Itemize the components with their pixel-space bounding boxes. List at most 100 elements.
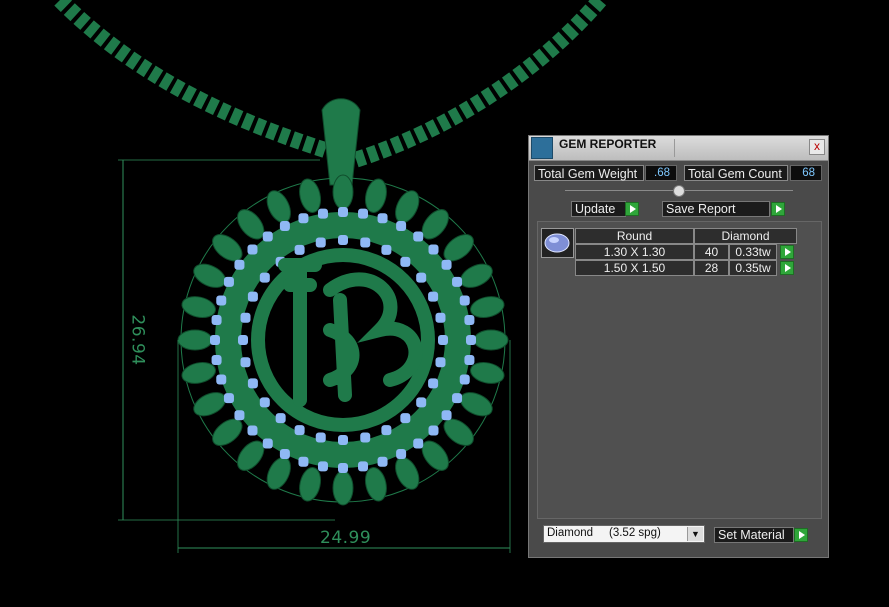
update-button[interactable]: Update xyxy=(571,201,626,217)
header-material: Diamond xyxy=(694,228,797,244)
gem-reporter-panel: GEM REPORTER x Total Gem Weight .68 Tota… xyxy=(528,135,829,558)
gem-stone xyxy=(262,438,273,449)
set-material-button[interactable]: Set Material xyxy=(714,527,794,543)
gem-stone xyxy=(247,291,258,302)
gem-stone xyxy=(400,256,411,267)
gem-stone xyxy=(259,397,270,408)
save-report-button[interactable]: Save Report xyxy=(662,201,770,217)
gem-stone xyxy=(360,432,371,443)
panel-title: GEM REPORTER xyxy=(559,137,657,151)
gem-stone xyxy=(452,393,463,404)
gem-stone xyxy=(338,235,348,245)
leaf-petal xyxy=(364,178,387,213)
gem-stone xyxy=(317,461,328,472)
gem-thumbnail[interactable] xyxy=(541,228,574,258)
leaf-petal xyxy=(470,296,505,319)
gem-stone xyxy=(298,213,309,224)
gem-stone xyxy=(223,276,234,287)
leaf-petal xyxy=(332,470,354,506)
gem-stone xyxy=(315,432,326,443)
gem-stone xyxy=(428,378,439,389)
gem-stone xyxy=(240,357,251,368)
row-1-weight: 0.33tw xyxy=(729,244,777,260)
gem-stone xyxy=(428,291,439,302)
row-2-weight: 0.35tw xyxy=(729,260,777,276)
gem-stone xyxy=(464,314,475,325)
gem-stone xyxy=(413,231,424,242)
title-separator xyxy=(674,139,675,157)
save-report-arrow-icon[interactable] xyxy=(771,202,785,216)
gem-stone xyxy=(211,314,222,325)
gem-stone xyxy=(416,397,427,408)
gem-stone xyxy=(234,410,245,421)
gem-stone xyxy=(211,355,222,366)
gem-stone xyxy=(338,463,348,473)
row-2-count: 28 xyxy=(694,260,729,276)
leaf-petal xyxy=(470,361,505,384)
gem-stone xyxy=(315,237,326,248)
leaf-petal xyxy=(177,329,213,351)
gem-stone xyxy=(381,425,392,436)
total-gem-weight-label: Total Gem Weight xyxy=(534,165,644,181)
leaf-petal xyxy=(193,263,227,288)
gem-stone xyxy=(279,449,290,460)
row-2-arrow-icon[interactable] xyxy=(780,261,794,275)
leaf-petal xyxy=(332,174,354,210)
leaf-petal xyxy=(459,263,493,288)
leaf-petal xyxy=(299,178,322,213)
dimension-width: 24.99 xyxy=(320,528,372,548)
leaf-petal xyxy=(473,329,509,351)
chain-left xyxy=(54,0,328,158)
gem-stone xyxy=(416,272,427,283)
gem-stone xyxy=(223,393,234,404)
set-material-arrow-icon[interactable] xyxy=(794,528,808,542)
gem-stone xyxy=(441,259,452,270)
row-1-size: 1.30 X 1.30 xyxy=(575,244,694,260)
chevron-down-icon[interactable]: ▼ xyxy=(687,527,703,541)
update-arrow-icon[interactable] xyxy=(625,202,639,216)
total-gem-weight-value: .68 xyxy=(645,165,677,181)
row-1-arrow-icon[interactable] xyxy=(780,245,794,259)
gem-stone xyxy=(338,435,348,445)
header-shape: Round xyxy=(575,228,694,244)
gem-stone xyxy=(216,295,227,306)
gem-stone xyxy=(210,335,220,345)
material-dropdown[interactable]: Diamond (3.52 spg) ▼ xyxy=(543,525,705,543)
panel-titlebar[interactable]: GEM REPORTER x xyxy=(529,136,828,161)
gem-reporter-icon xyxy=(531,137,553,159)
gem-stone xyxy=(262,231,273,242)
leaf-petal xyxy=(181,296,216,319)
gem-stone xyxy=(438,335,448,345)
gem-stone xyxy=(247,378,258,389)
gem-stone xyxy=(435,357,446,368)
close-button[interactable]: x xyxy=(809,139,825,155)
gem-list[interactable]: Round Diamond 1.30 X 1.30 40 0.33tw 1.50… xyxy=(537,221,822,519)
leaf-petal xyxy=(299,467,322,502)
gem-stone xyxy=(464,355,475,366)
gem-stone xyxy=(400,413,411,424)
leaf-petal xyxy=(395,456,420,490)
gem-stone xyxy=(317,208,328,219)
gem-stone xyxy=(459,295,470,306)
gem-stone xyxy=(216,374,227,385)
gem-stone xyxy=(247,244,258,255)
row-2-size: 1.50 X 1.50 xyxy=(575,260,694,276)
gem-stone xyxy=(435,312,446,323)
leaf-petal xyxy=(193,392,227,417)
gem-stone xyxy=(428,425,439,436)
gem-stone xyxy=(360,237,371,248)
gem-stone xyxy=(452,276,463,287)
gem-stone xyxy=(234,259,245,270)
round-gem-icon xyxy=(544,233,570,253)
gem-stone xyxy=(358,208,369,219)
gem-stone xyxy=(377,456,388,467)
gem-stone xyxy=(238,335,248,345)
material-density: (3.52 spg) xyxy=(609,527,661,539)
leaf-petal xyxy=(459,392,493,417)
gem-stone xyxy=(279,220,290,231)
slider-handle[interactable] xyxy=(673,185,685,197)
leaf-petal xyxy=(266,190,291,224)
gem-stone xyxy=(298,456,309,467)
gem-stone xyxy=(381,244,392,255)
gem-stone xyxy=(396,449,407,460)
